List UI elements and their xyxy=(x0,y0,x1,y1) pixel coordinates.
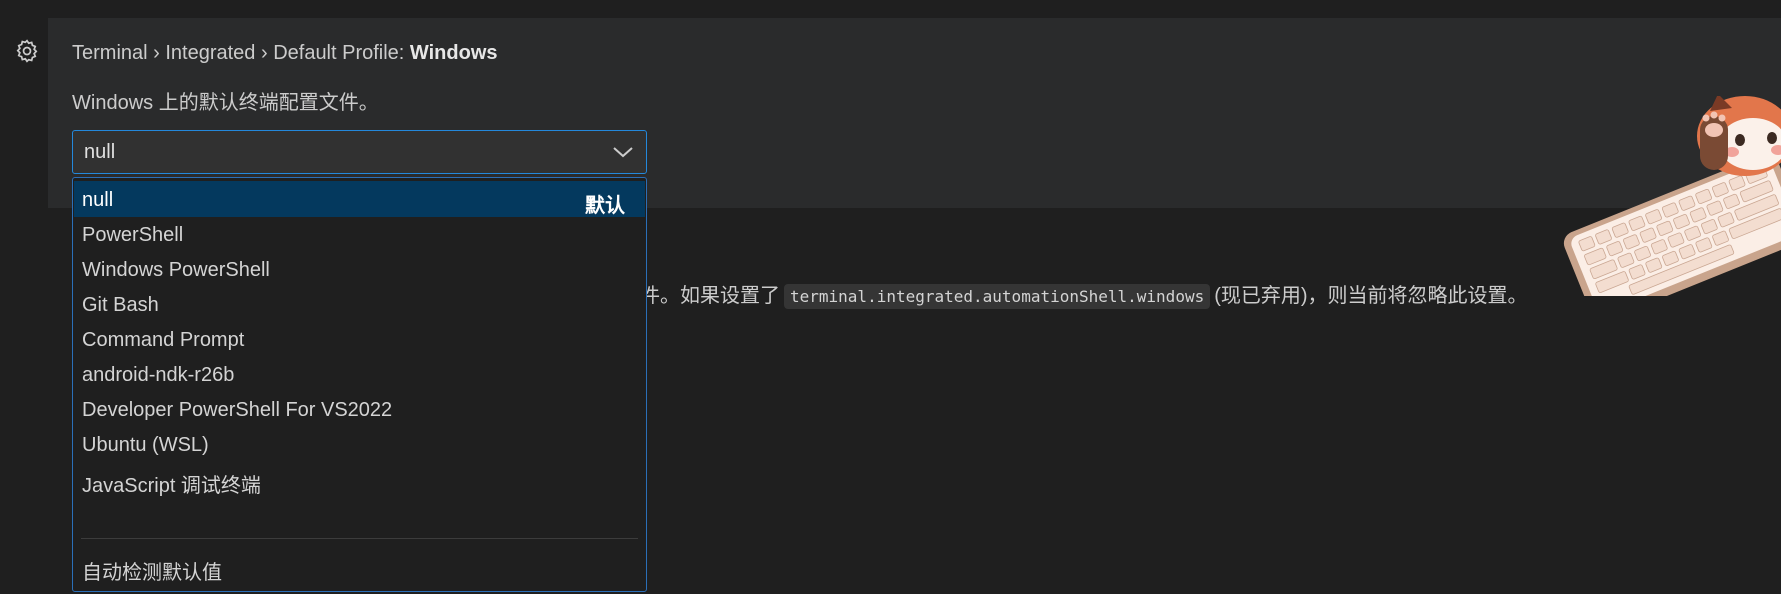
profile-dropdown-list: null 默认 PowerShell Windows PowerShell Gi… xyxy=(72,177,647,592)
setting-description: Windows 上的默认终端配置文件。 xyxy=(72,92,379,114)
option-developer-powershell[interactable]: Developer PowerShell For VS2022 xyxy=(74,391,645,427)
option-ubuntu-wsl[interactable]: Ubuntu (WSL) xyxy=(74,426,645,462)
option-label: Developer PowerShell For VS2022 xyxy=(82,399,393,421)
setting-key: Windows xyxy=(409,42,498,64)
option-null[interactable]: null 默认 xyxy=(74,181,645,217)
setting-category: Terminal › Integrated › Default Profile: xyxy=(72,42,410,64)
option-label: null xyxy=(82,189,114,211)
next-setting-description: 件。如果设置了 terminal.integrated.automationShe… xyxy=(640,279,1528,309)
dropdown-separator xyxy=(81,538,638,539)
option-android-ndk[interactable]: android-ndk-r26b xyxy=(74,356,645,392)
next-desc-after: (现已弃用)，则当前将忽略此设置。 xyxy=(1214,285,1528,307)
option-windows-powershell[interactable]: Windows PowerShell xyxy=(74,251,645,287)
option-command-prompt[interactable]: Command Prompt xyxy=(74,321,645,357)
default-profile-select[interactable]: null xyxy=(72,130,647,174)
option-label: Command Prompt xyxy=(82,329,245,351)
default-tag: 默认 xyxy=(585,195,625,217)
option-auto-detect-default[interactable]: 自动检测默认值 xyxy=(74,548,645,584)
option-label: Windows PowerShell xyxy=(82,259,270,281)
gear-icon[interactable] xyxy=(13,37,41,65)
setting-code-reference: terminal.integrated.automationShell.wind… xyxy=(784,284,1211,309)
next-desc-before: 件。如果设置了 xyxy=(640,285,780,307)
option-label: 自动检测默认值 xyxy=(82,562,222,584)
option-label: JavaScript 调试终端 xyxy=(82,475,261,497)
option-git-bash[interactable]: Git Bash xyxy=(74,286,645,322)
red-panda-keyboard-image xyxy=(1563,96,1781,296)
option-label: Git Bash xyxy=(82,294,159,316)
option-powershell[interactable]: PowerShell xyxy=(74,216,645,252)
option-label: Ubuntu (WSL) xyxy=(82,434,209,456)
option-javascript-debug-terminal[interactable]: JavaScript 调试终端 xyxy=(74,461,645,497)
chevron-down-icon[interactable] xyxy=(612,144,634,160)
option-label: PowerShell xyxy=(82,224,184,246)
option-label: android-ndk-r26b xyxy=(82,364,235,386)
settings-editor: Terminal › Integrated › Default Profile:… xyxy=(0,0,1781,594)
select-current-value: null xyxy=(84,141,116,163)
setting-title: Terminal › Integrated › Default Profile:… xyxy=(72,42,498,65)
